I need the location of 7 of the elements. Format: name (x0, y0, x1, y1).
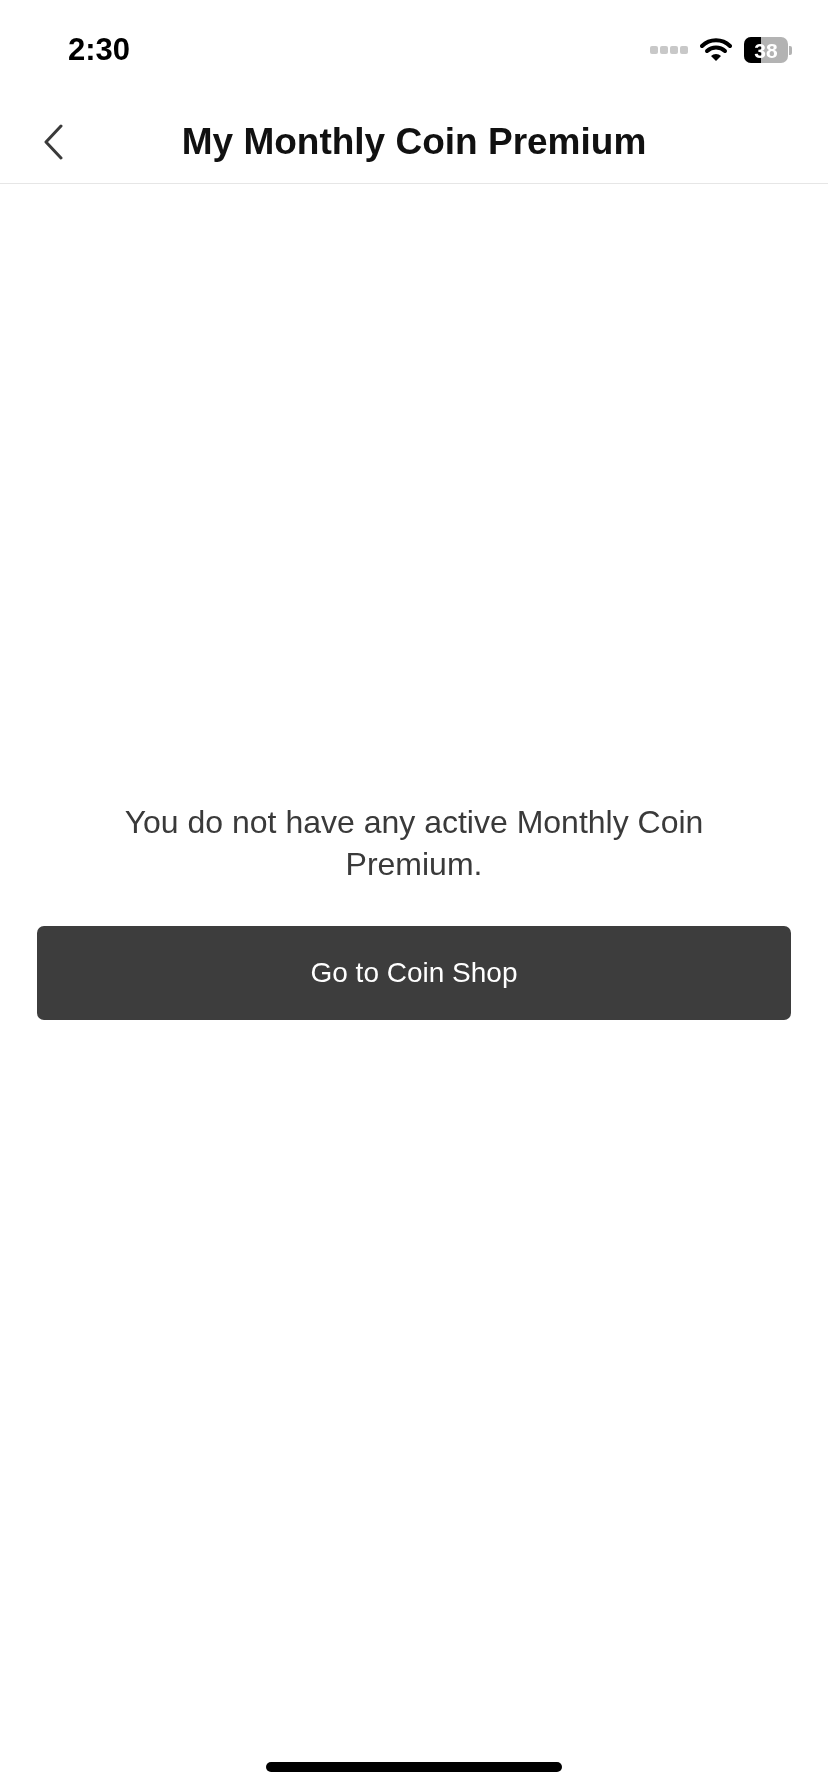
status-time: 2:30 (68, 30, 131, 69)
empty-message: You do not have any active Monthly Coin Premium. (123, 803, 705, 884)
back-icon (43, 124, 63, 160)
wifi-icon (700, 38, 732, 62)
page-title: My Monthly Coin Premium (181, 119, 647, 164)
coin-shop-button[interactable]: Go to Coin Shop (37, 926, 791, 1020)
signal-icon (650, 45, 688, 55)
